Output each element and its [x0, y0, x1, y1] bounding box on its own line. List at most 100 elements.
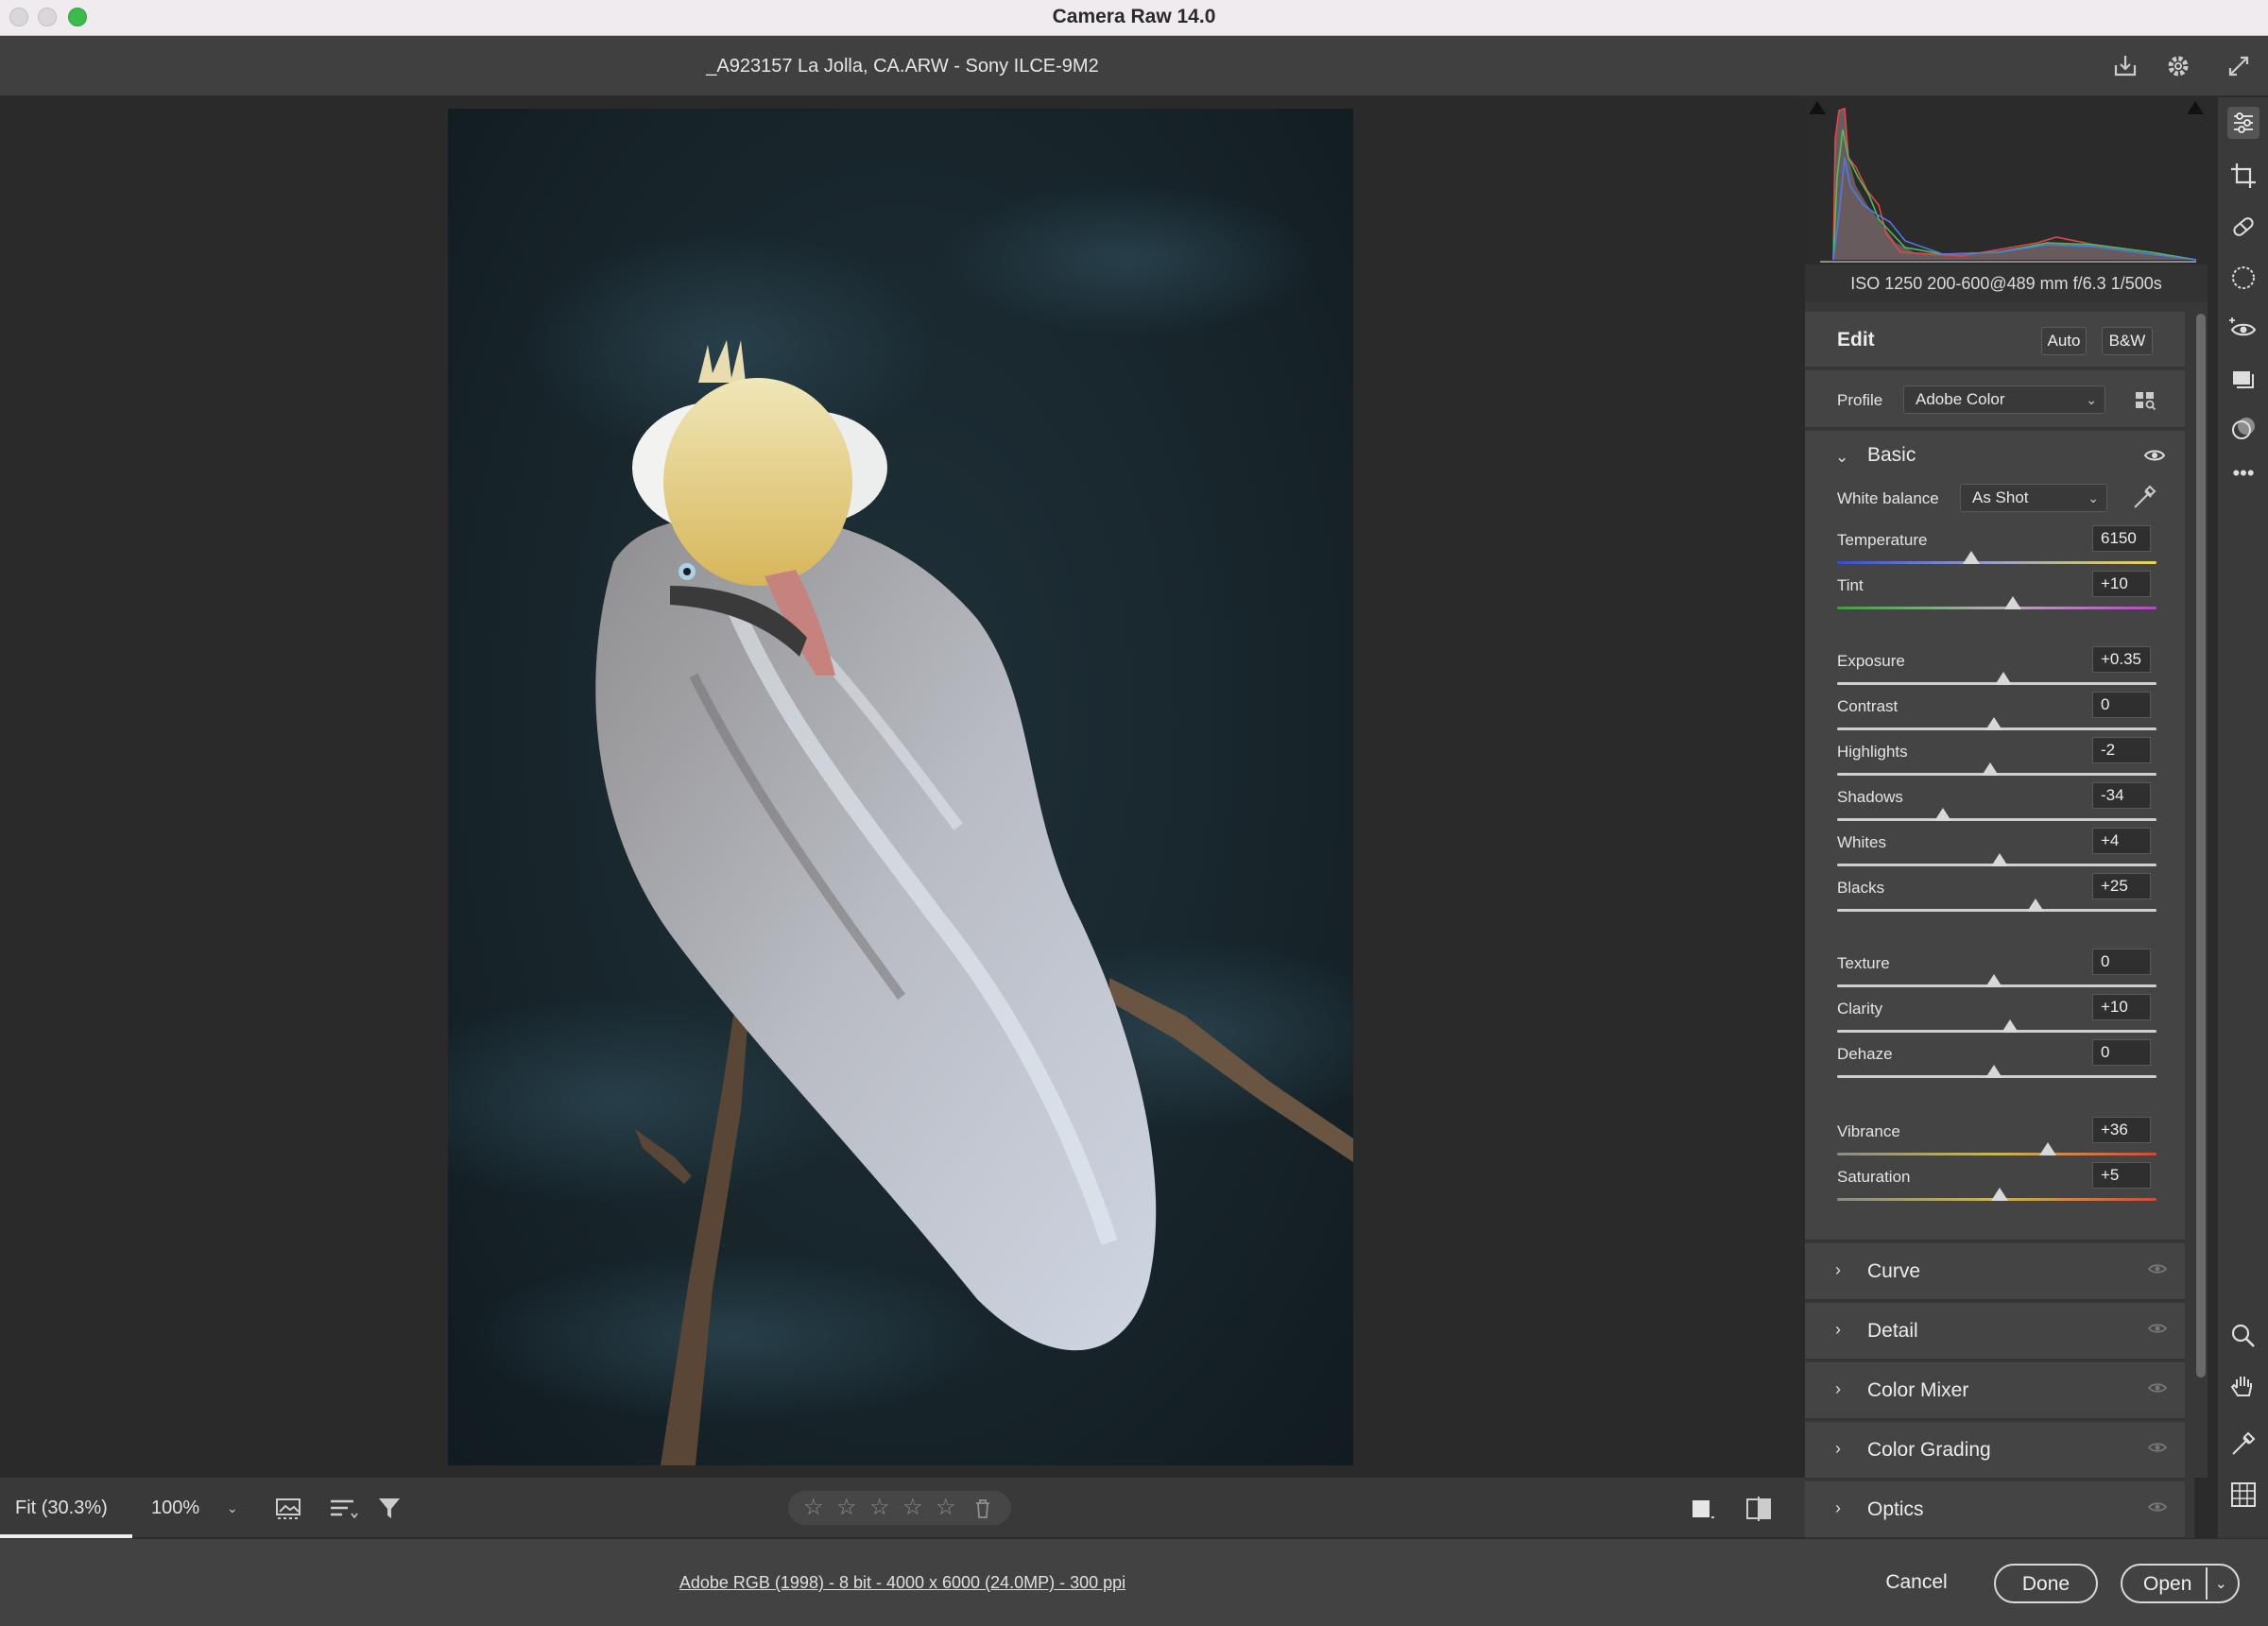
color-sampler-icon[interactable] — [2227, 1428, 2259, 1460]
slider-value-input[interactable]: +25 — [2092, 873, 2151, 899]
slider-texture[interactable]: Texture 0 — [1805, 949, 2185, 995]
rating-star-2-icon[interactable]: ☆ — [836, 1493, 857, 1523]
slider-thumb[interactable] — [1982, 762, 2000, 776]
eyedropper-icon[interactable] — [2130, 484, 2156, 512]
before-after-icon[interactable] — [1744, 1495, 1773, 1523]
view-single-icon[interactable] — [1688, 1495, 1716, 1523]
presets-icon[interactable] — [2227, 413, 2259, 445]
slider-value-input[interactable]: +10 — [2092, 994, 2151, 1020]
slider-track[interactable] — [1837, 607, 2156, 609]
slider-track[interactable] — [1837, 1030, 2156, 1033]
profile-browser-icon[interactable] — [2134, 389, 2158, 412]
section-detail[interactable]: › Detail — [1805, 1303, 2185, 1361]
filmstrip-icon[interactable] — [274, 1495, 306, 1523]
slider-track[interactable] — [1837, 561, 2156, 564]
slider-value-input[interactable]: +10 — [2092, 571, 2151, 597]
slider-blacks[interactable]: Blacks +25 — [1805, 873, 2185, 919]
visibility-eye-icon[interactable] — [2147, 1381, 2168, 1395]
open-options-chevron-icon[interactable]: ⌄ — [2215, 1566, 2227, 1603]
slider-whites[interactable]: Whites +4 — [1805, 828, 2185, 874]
rating-star-5-icon[interactable]: ☆ — [936, 1493, 956, 1523]
grid-overlay-icon[interactable] — [2227, 1479, 2259, 1511]
slider-clarity[interactable]: Clarity +10 — [1805, 994, 2185, 1040]
rating-star-4-icon[interactable]: ☆ — [902, 1493, 923, 1523]
slider-value-input[interactable]: 0 — [2092, 692, 2151, 718]
workflow-options-link[interactable]: Adobe RGB (1998) - 8 bit - 4000 x 6000 (… — [0, 1539, 1805, 1626]
fit-zoom-button[interactable]: Fit (30.3%) — [15, 1478, 108, 1538]
slider-temperature[interactable]: Temperature 6150 — [1805, 525, 2185, 572]
white-balance-dropdown[interactable]: As Shot ⌄ — [1960, 484, 2107, 512]
slider-value-input[interactable]: -34 — [2092, 782, 2151, 809]
basic-title[interactable]: Basic — [1867, 444, 1916, 467]
slider-thumb[interactable] — [2003, 596, 2021, 609]
slider-thumb[interactable] — [1991, 853, 2009, 866]
save-image-icon[interactable] — [2111, 52, 2139, 80]
slider-value-input[interactable]: +36 — [2092, 1117, 2151, 1143]
section-curve[interactable]: › Curve — [1805, 1243, 2185, 1301]
visibility-eye-icon[interactable] — [2147, 1441, 2168, 1454]
done-button[interactable]: Done — [1994, 1564, 2098, 1603]
slider-value-input[interactable]: +4 — [2092, 828, 2151, 854]
open-button[interactable]: Open ⌄ — [2121, 1564, 2240, 1603]
zoom-tool-icon[interactable] — [2227, 1320, 2259, 1352]
slider-value-input[interactable]: +5 — [2092, 1162, 2151, 1189]
rating-star-1-icon[interactable]: ☆ — [803, 1493, 824, 1523]
slider-value-input[interactable]: -2 — [2092, 737, 2151, 763]
slider-value-input[interactable]: 0 — [2092, 949, 2151, 975]
panel-scrollbar-thumb[interactable] — [2196, 314, 2206, 1378]
bw-button[interactable]: B&W — [2102, 327, 2153, 355]
zoom-dropdown-chevron-icon[interactable]: ⌄ — [227, 1478, 238, 1538]
section-color-mixer[interactable]: › Color Mixer — [1805, 1362, 2185, 1420]
slider-thumb[interactable] — [1962, 551, 1980, 564]
auto-button[interactable]: Auto — [2041, 327, 2087, 355]
slider-thumb[interactable] — [1984, 1065, 2002, 1078]
photo-preview[interactable] — [448, 109, 1353, 1465]
section-optics[interactable]: › Optics — [1805, 1481, 2185, 1539]
slider-value-input[interactable]: 6150 — [2092, 525, 2151, 552]
slider-saturation[interactable]: Saturation +5 — [1805, 1162, 2185, 1208]
visibility-eye-icon[interactable] — [2147, 1262, 2168, 1275]
healing-brush-icon[interactable] — [2227, 211, 2259, 243]
crop-icon[interactable] — [2227, 160, 2259, 192]
slider-thumb[interactable] — [2039, 1142, 2057, 1155]
slider-shadows[interactable]: Shadows -34 — [1805, 782, 2185, 829]
slider-exposure[interactable]: Exposure +0.35 — [1805, 646, 2185, 693]
slider-thumb[interactable] — [1994, 672, 2012, 685]
slider-track[interactable] — [1837, 1153, 2156, 1155]
hand-tool-icon[interactable] — [2227, 1371, 2259, 1403]
snapshots-icon[interactable] — [2227, 364, 2259, 396]
trash-icon[interactable] — [973, 1498, 992, 1519]
filter-icon[interactable] — [376, 1495, 408, 1523]
slider-dehaze[interactable]: Dehaze 0 — [1805, 1039, 2185, 1086]
slider-value-input[interactable]: +0.35 — [2092, 646, 2151, 673]
rating-star-3-icon[interactable]: ☆ — [869, 1493, 890, 1523]
visibility-eye-icon[interactable] — [2147, 1500, 2168, 1514]
slider-highlights[interactable]: Highlights -2 — [1805, 737, 2185, 783]
zoom-100-button[interactable]: 100% — [151, 1478, 199, 1538]
slider-value-input[interactable]: 0 — [2092, 1039, 2151, 1066]
slider-thumb[interactable] — [1991, 1188, 2009, 1201]
visibility-eye-icon[interactable] — [2143, 448, 2166, 463]
red-eye-icon[interactable] — [2227, 313, 2259, 345]
fullscreen-icon[interactable] — [2225, 52, 2253, 80]
masking-icon[interactable] — [2227, 262, 2259, 294]
slider-thumb[interactable] — [2026, 899, 2044, 912]
slider-tint[interactable]: Tint +10 — [1805, 571, 2185, 617]
slider-vibrance[interactable]: Vibrance +36 — [1805, 1117, 2185, 1163]
more-options-icon[interactable]: ••• — [2227, 460, 2259, 492]
basic-collapse-chevron-icon[interactable]: ⌄ — [1835, 448, 1848, 467]
visibility-eye-icon[interactable] — [2147, 1322, 2168, 1335]
cancel-button[interactable]: Cancel — [1869, 1564, 1964, 1603]
slider-thumb[interactable] — [1933, 808, 1951, 821]
slider-track[interactable] — [1837, 818, 2156, 821]
slider-contrast[interactable]: Contrast 0 — [1805, 692, 2185, 738]
sort-icon[interactable] — [327, 1495, 359, 1523]
slider-thumb[interactable] — [1984, 974, 2002, 987]
slider-thumb[interactable] — [1984, 717, 2002, 730]
slider-thumb[interactable] — [2001, 1019, 2019, 1033]
slider-track[interactable] — [1837, 909, 2156, 912]
settings-gear-icon[interactable] — [2164, 52, 2192, 80]
section-color-grading[interactable]: › Color Grading — [1805, 1422, 2185, 1480]
profile-dropdown[interactable]: Adobe Color ⌄ — [1903, 385, 2105, 414]
edit-sliders-icon[interactable] — [2227, 107, 2259, 139]
